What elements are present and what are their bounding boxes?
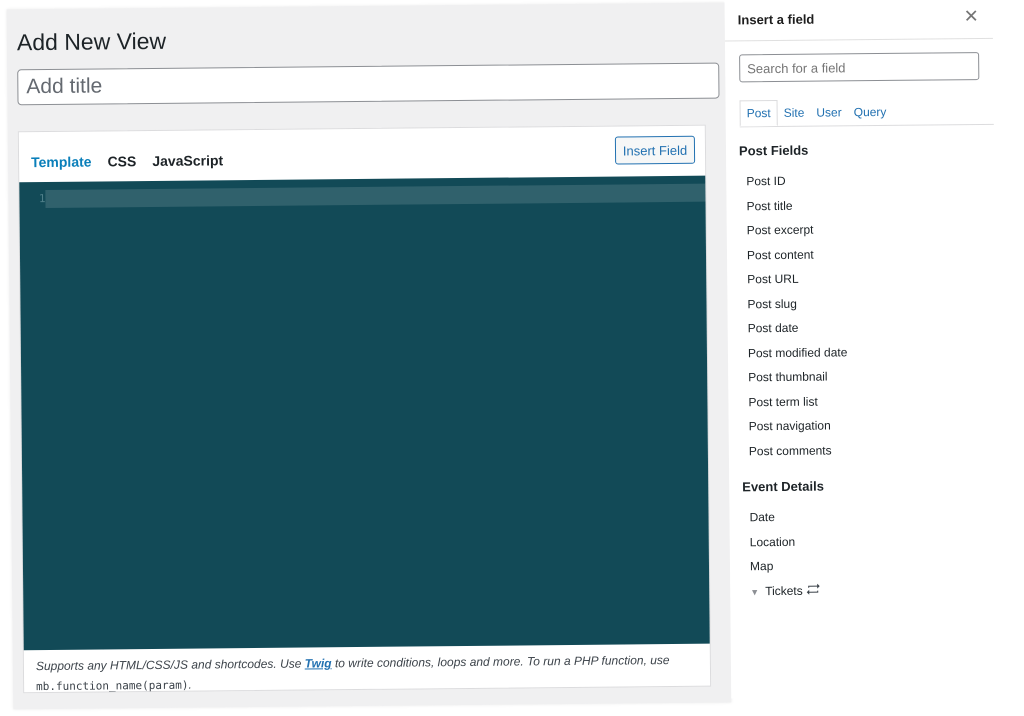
help-text-part: Supports any HTML/CSS/JS and shortcodes.… xyxy=(35,656,305,674)
field-item[interactable]: Post comments xyxy=(749,440,849,465)
close-icon[interactable]: ✕ xyxy=(964,6,979,27)
tab-template[interactable]: Template xyxy=(31,154,92,171)
field-item[interactable]: Map xyxy=(750,556,821,581)
section-heading-post-fields: Post Fields xyxy=(738,142,809,159)
tab-post[interactable]: Post xyxy=(739,99,778,127)
editor-card: Template CSS JavaScript Insert Field 1 S… xyxy=(17,124,712,697)
field-item[interactable]: Date xyxy=(749,507,820,532)
editor-tabs: Template CSS JavaScript xyxy=(31,152,223,170)
field-item[interactable]: Post title xyxy=(746,195,846,220)
insert-field-button[interactable]: Insert Field xyxy=(614,135,696,165)
code-editor[interactable]: 1 xyxy=(19,175,710,651)
help-text: Supports any HTML/CSS/JS and shortcodes.… xyxy=(36,650,696,697)
active-line[interactable] xyxy=(45,183,706,209)
line-number: 1 xyxy=(38,192,46,206)
main-area: Add New View Template CSS JavaScript Ins… xyxy=(6,2,732,710)
tab-javascript[interactable]: JavaScript xyxy=(152,152,223,169)
help-text-part: to write conditions, loops and more. To … xyxy=(331,653,670,671)
tab-query[interactable]: Query xyxy=(848,100,893,124)
twig-link[interactable]: Twig xyxy=(305,656,332,670)
app-window: Add New View Template CSS JavaScript Ins… xyxy=(0,0,1024,716)
tab-user[interactable]: User xyxy=(810,100,848,124)
field-item[interactable]: Post URL xyxy=(747,268,847,293)
field-item[interactable]: Post term list xyxy=(748,391,848,416)
field-item[interactable]: Post excerpt xyxy=(747,219,847,244)
field-item-tickets[interactable]: ▼ Tickets xyxy=(750,580,821,605)
panel-tabs: Post Site User Query xyxy=(739,97,994,128)
help-text-part: . xyxy=(188,677,192,692)
field-search-input[interactable] xyxy=(739,52,980,83)
post-fields-list: Post ID Post title Post excerpt Post con… xyxy=(746,170,848,465)
loop-icon xyxy=(807,581,821,601)
caret-down-icon[interactable]: ▼ xyxy=(750,587,759,597)
function-code: mb.function_name(param) xyxy=(36,678,189,694)
field-item[interactable]: Post content xyxy=(747,244,847,269)
field-item[interactable]: Post date xyxy=(748,317,848,342)
field-item[interactable]: Post slug xyxy=(747,293,847,318)
insert-field-panel: Insert a field ✕ PostSiteUserQuery Post … xyxy=(724,0,1000,699)
field-item[interactable]: Post modified date xyxy=(748,342,848,367)
tab-site[interactable]: Site xyxy=(778,101,811,125)
panel-title: Insert a field xyxy=(737,11,815,28)
field-item[interactable]: Post thumbnail xyxy=(748,366,848,391)
field-item[interactable]: Post ID xyxy=(746,170,846,195)
page-title: Add New View xyxy=(16,27,167,56)
field-item[interactable]: Location xyxy=(750,531,821,556)
panel-header: Insert a field ✕ xyxy=(724,0,993,42)
title-input[interactable] xyxy=(17,62,720,106)
section-heading-event-details: Event Details xyxy=(742,478,824,495)
event-details-list: Date Location Map ▼ Tickets xyxy=(749,507,821,606)
tab-css[interactable]: CSS xyxy=(107,153,136,169)
field-item[interactable]: Post navigation xyxy=(749,415,849,440)
field-item-label: Tickets xyxy=(765,583,803,598)
